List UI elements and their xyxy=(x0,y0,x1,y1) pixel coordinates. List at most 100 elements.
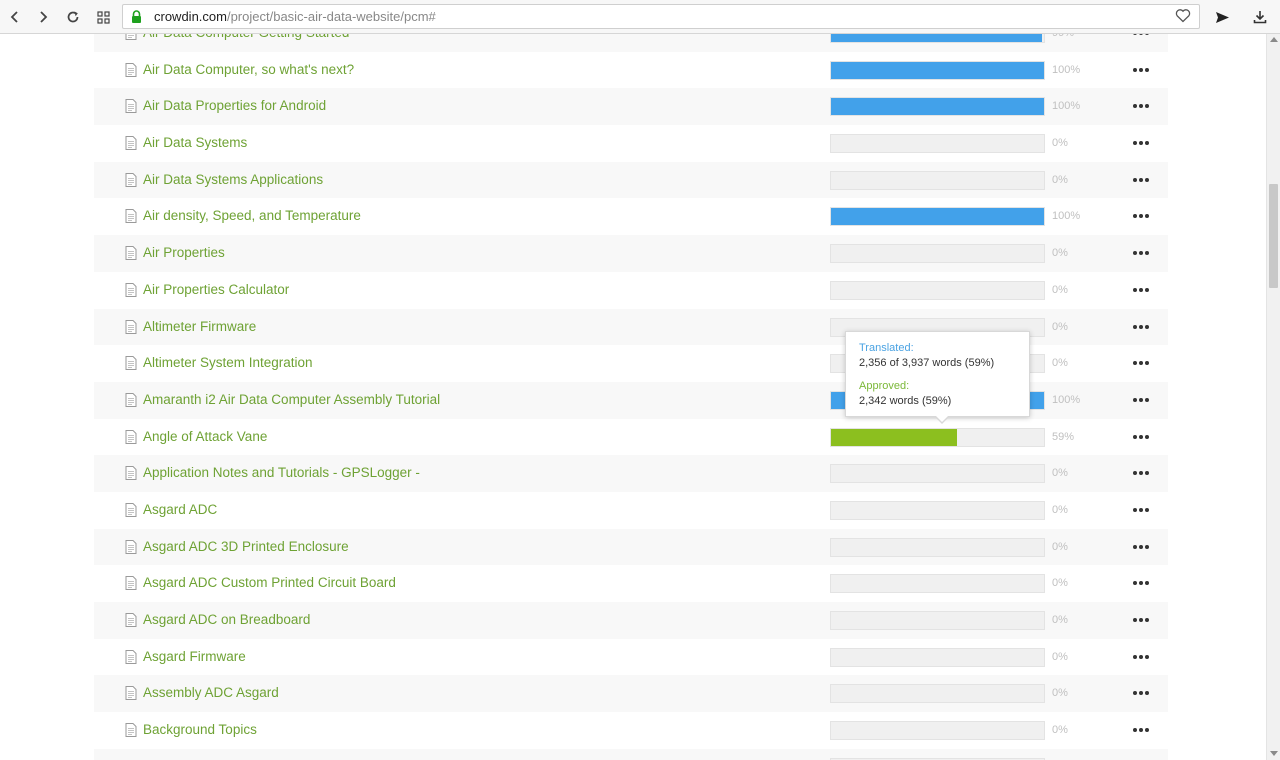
translation-progress-bar[interactable] xyxy=(830,280,1045,300)
more-options-icon[interactable] xyxy=(1130,242,1152,262)
scroll-down-arrow-icon[interactable] xyxy=(1270,751,1278,756)
translation-progress-bar[interactable] xyxy=(830,60,1045,80)
file-name-link[interactable]: Asgard ADC xyxy=(143,502,217,517)
more-options-icon[interactable] xyxy=(1130,682,1152,702)
file-row[interactable]: Application Notes and Tutorials - GPSLog… xyxy=(94,455,1168,492)
progress-percent: 100% xyxy=(1052,100,1081,113)
file-row[interactable]: Air Properties Calculator 0% xyxy=(94,272,1168,309)
translation-progress-bar[interactable] xyxy=(830,464,1045,484)
document-icon xyxy=(125,209,137,228)
more-options-icon[interactable] xyxy=(1130,572,1152,592)
file-name-link[interactable]: Angle of Attack Vane xyxy=(143,429,267,444)
file-name-link[interactable]: Air density, Speed, and Temperature xyxy=(143,208,361,223)
progress-percent: 0% xyxy=(1052,503,1068,516)
file-row[interactable]: Angle of Attack Vane 59% xyxy=(94,419,1168,456)
file-row[interactable]: Air Data Computer Getting Started 99% xyxy=(94,34,1168,52)
file-row[interactable]: Asgard ADC on Breadboard 0% xyxy=(94,602,1168,639)
file-name-link[interactable]: Air Properties xyxy=(143,245,225,260)
more-options-icon[interactable] xyxy=(1130,536,1152,556)
apps-grid-icon[interactable] xyxy=(92,6,114,28)
file-row[interactable]: Air density, Speed, and Temperature 100% xyxy=(94,198,1168,235)
translation-progress-bar[interactable] xyxy=(830,134,1045,154)
vertical-scrollbar[interactable] xyxy=(1266,34,1280,760)
more-options-icon[interactable] xyxy=(1130,499,1152,519)
send-icon[interactable] xyxy=(1211,6,1233,28)
tooltip-arrow xyxy=(934,415,950,424)
translation-progress-bar[interactable] xyxy=(830,500,1045,520)
file-name-link[interactable]: Air Data Properties for Android xyxy=(143,98,326,113)
progress-fill xyxy=(831,34,1042,42)
more-options-icon[interactable] xyxy=(1130,609,1152,629)
file-name-link[interactable]: Asgard Firmware xyxy=(143,649,246,664)
file-name-link[interactable]: Asgard ADC Custom Printed Circuit Board xyxy=(143,575,396,590)
more-options-icon[interactable] xyxy=(1130,169,1152,189)
scroll-up-arrow-icon[interactable] xyxy=(1270,37,1278,42)
translation-progress-bar[interactable] xyxy=(830,427,1045,447)
translation-progress-bar[interactable] xyxy=(830,97,1045,117)
more-options-icon[interactable] xyxy=(1130,462,1152,482)
file-name-link[interactable]: Altimeter System Integration xyxy=(143,355,313,370)
more-options-icon[interactable] xyxy=(1130,389,1152,409)
file-name-link[interactable]: Altimeter Firmware xyxy=(143,319,256,334)
file-name-link[interactable]: Asgard ADC 3D Printed Enclosure xyxy=(143,539,349,554)
translation-progress-bar[interactable] xyxy=(830,721,1045,741)
translation-progress-bar[interactable] xyxy=(830,647,1045,667)
more-options-icon[interactable] xyxy=(1130,279,1152,299)
scrollbar-thumb[interactable] xyxy=(1269,184,1278,288)
document-icon xyxy=(125,62,137,82)
file-row[interactable]: Background Topics 0% xyxy=(94,712,1168,749)
translation-progress-bar[interactable] xyxy=(830,611,1045,630)
file-row[interactable]: Asgard Firmware 0% xyxy=(94,639,1168,676)
more-options-icon[interactable] xyxy=(1130,34,1152,42)
file-name-link[interactable]: Air Data Computer, so what's next? xyxy=(143,62,354,77)
more-options-icon[interactable] xyxy=(1130,132,1152,152)
file-row[interactable]: Asgard ADC 3D Printed Enclosure 0% xyxy=(94,528,1168,566)
more-options-icon[interactable] xyxy=(1130,205,1152,225)
file-row[interactable]: Air Data Systems Applications 0% xyxy=(94,161,1168,199)
reload-icon[interactable] xyxy=(62,6,84,28)
file-row[interactable]: Assembly ADC Asgard 0% xyxy=(94,675,1168,713)
progress-percent: 0% xyxy=(1052,247,1068,260)
download-icon[interactable] xyxy=(1249,6,1271,28)
translation-progress-bar[interactable] xyxy=(830,684,1045,704)
more-options-icon[interactable] xyxy=(1130,352,1152,372)
progress-fill xyxy=(831,61,1044,79)
file-row[interactable] xyxy=(94,748,1168,760)
progress-percent: 59% xyxy=(1052,430,1075,443)
file-name-link[interactable]: Air Data Systems xyxy=(143,135,247,150)
file-row[interactable]: Asgard ADC Custom Printed Circuit Board 0… xyxy=(94,565,1168,602)
translation-progress-bar[interactable] xyxy=(830,244,1045,264)
progress-percent: 100% xyxy=(1052,210,1081,223)
document-icon xyxy=(125,99,137,118)
file-name-link[interactable]: Amaranth i2 Air Data Computer Assembly T… xyxy=(143,392,440,407)
more-options-icon[interactable] xyxy=(1130,756,1152,760)
translation-progress-bar[interactable] xyxy=(830,170,1045,190)
file-row[interactable]: Asgard ADC 0% xyxy=(94,492,1168,529)
file-name-link[interactable]: Assembly ADC Asgard xyxy=(143,685,279,700)
file-name-link[interactable]: Air Data Computer Getting Started xyxy=(143,34,349,40)
more-options-icon[interactable] xyxy=(1130,426,1152,446)
bookmark-heart-icon[interactable] xyxy=(1175,8,1191,28)
more-options-icon[interactable] xyxy=(1130,316,1152,336)
translation-progress-bar[interactable] xyxy=(830,574,1045,594)
more-options-icon[interactable] xyxy=(1130,95,1152,115)
more-options-icon[interactable] xyxy=(1130,646,1152,666)
file-name-link[interactable]: Asgard ADC on Breadboard xyxy=(143,612,310,627)
address-bar[interactable]: crowdin.com/project/basic-air-data-websi… xyxy=(122,4,1200,29)
more-options-icon[interactable] xyxy=(1130,59,1152,79)
file-row[interactable]: Air Properties 0% xyxy=(94,235,1168,272)
file-name-link[interactable]: Air Properties Calculator xyxy=(143,282,289,297)
translation-progress-bar[interactable] xyxy=(830,34,1045,43)
file-row[interactable]: Air Data Computer, so what's next? 100% xyxy=(94,52,1168,89)
file-name-link[interactable]: Background Topics xyxy=(143,722,257,737)
forward-icon[interactable] xyxy=(32,6,54,28)
file-name-link[interactable]: Air Data Systems Applications xyxy=(143,172,323,187)
file-name-link[interactable]: Application Notes and Tutorials - GPSLog… xyxy=(143,465,420,480)
translation-progress-bar[interactable] xyxy=(830,207,1045,227)
more-options-icon[interactable] xyxy=(1130,719,1152,739)
file-row[interactable]: Air Data Properties for Android 100% xyxy=(94,88,1168,126)
back-icon[interactable] xyxy=(4,6,26,28)
file-row[interactable]: Air Data Systems 0% xyxy=(94,125,1168,162)
document-icon xyxy=(125,172,137,192)
translation-progress-bar[interactable] xyxy=(830,537,1045,557)
